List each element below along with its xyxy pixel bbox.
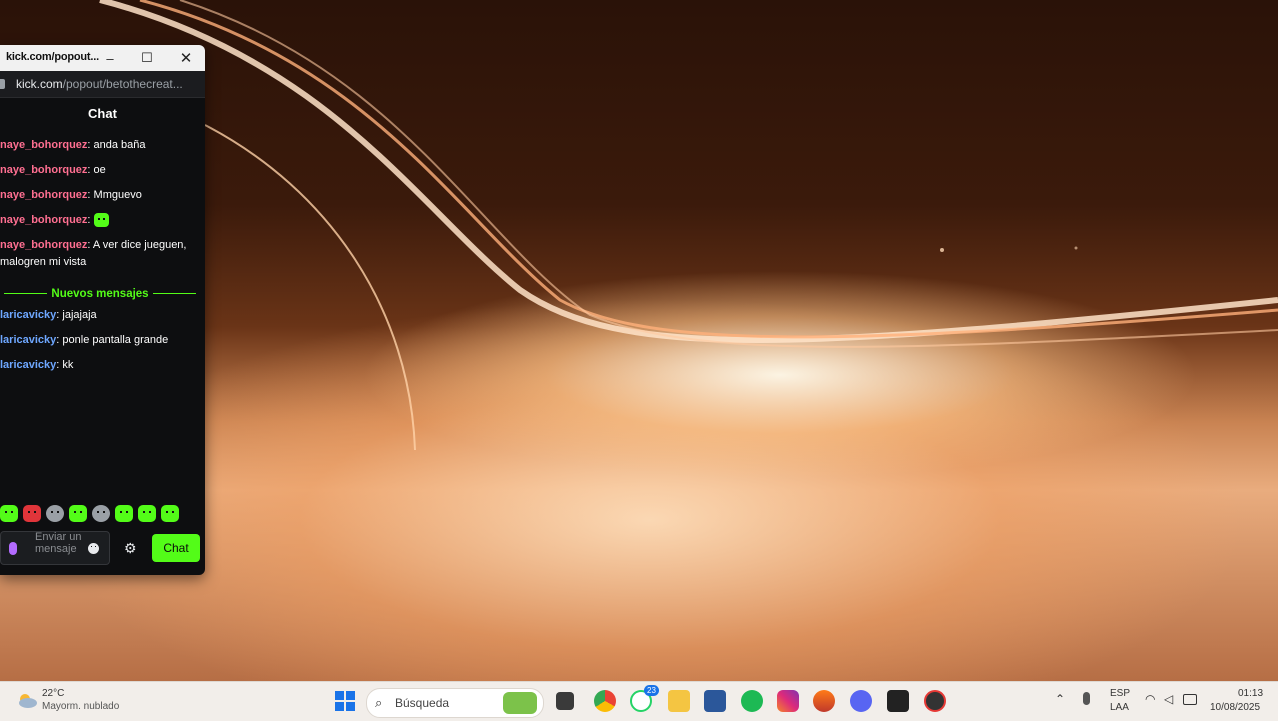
windows-taskbar: 22°C Mayorm. nublado ⌕ Búsqueda 23 ⌃ ESP… — [0, 681, 1278, 721]
send-chat-button[interactable]: Chat — [152, 534, 200, 562]
emote-7-icon[interactable] — [138, 505, 156, 522]
minimize-icon[interactable]: – — [92, 45, 128, 71]
message-input[interactable]: Enviar un mensaje — [0, 531, 110, 565]
chat-message[interactable]: naye_bohorquez: A ver dice jueguen, malo… — [0, 237, 205, 271]
chevron-up-icon[interactable]: ⌃ — [1055, 692, 1065, 706]
green-emote-icon[interactable] — [93, 213, 109, 228]
instagram-icon[interactable] — [777, 690, 799, 712]
new-messages-label: Nuevos mensajes — [51, 287, 149, 300]
notification-badge: 23 — [644, 685, 659, 696]
chat-header: Chat — [0, 98, 205, 128]
chat-message-list: naye_bohorquez: anda baña naye_bohorquez… — [0, 133, 205, 279]
weather-cloud-icon[interactable] — [16, 691, 38, 709]
address-bar[interactable]: kick.com/popout/betothecreat... — [0, 71, 205, 98]
wifi-icon[interactable]: ◠ — [1145, 692, 1155, 706]
chat-username[interactable]: naye_bohorquez — [0, 164, 87, 176]
close-icon[interactable]: ✕ — [168, 45, 204, 71]
microphone-tray-icon[interactable] — [1083, 692, 1090, 705]
language-indicator[interactable]: ESP — [1110, 688, 1130, 699]
file-explorer-icon[interactable] — [556, 692, 574, 710]
taskbar-search[interactable]: ⌕ Búsqueda — [366, 688, 544, 718]
emote-1-icon[interactable] — [0, 505, 18, 522]
chrome-icon[interactable] — [594, 690, 616, 712]
chat-popout-window: kick.com/popout... – ☐ ✕ kick.com/popout… — [0, 45, 205, 575]
chat-message[interactable]: laricavicky: ponle pantalla grande — [0, 332, 205, 349]
battery-icon[interactable] — [1183, 694, 1197, 705]
discord-icon[interactable] — [850, 690, 872, 712]
folder-icon[interactable] — [668, 690, 690, 712]
url-text[interactable]: kick.com/popout/betothecreat... — [16, 77, 183, 91]
new-messages-divider: Nuevos mensajes — [0, 285, 200, 302]
chat-username[interactable]: laricavicky — [0, 359, 56, 371]
emote-3-icon[interactable] — [46, 505, 64, 522]
clock-date[interactable]: 10/08/2025 — [1210, 702, 1260, 713]
clock-time[interactable]: 01:13 — [1238, 688, 1263, 699]
chat-message[interactable]: naye_bohorquez: Mmguevo — [0, 187, 205, 204]
keyboard-layout-indicator[interactable]: LAA — [1110, 702, 1129, 713]
new-message-list: laricavicky: jajajaja laricavicky: ponle… — [0, 307, 205, 382]
search-placeholder: Búsqueda — [395, 696, 450, 710]
chat-username[interactable]: laricavicky — [0, 309, 56, 321]
emote-8-icon[interactable] — [161, 505, 179, 522]
chat-username[interactable]: naye_bohorquez — [0, 239, 87, 251]
weather-description[interactable]: Mayorm. nublado — [42, 701, 119, 712]
brave-icon[interactable] — [813, 690, 835, 712]
windows-start-icon[interactable] — [334, 690, 356, 712]
gear-icon[interactable]: ⚙ — [124, 540, 137, 557]
emote-6-icon[interactable] — [115, 505, 133, 522]
search-icon: ⌕ — [375, 695, 383, 710]
microphone-icon[interactable] — [9, 542, 17, 555]
chat-composer: Enviar un mensaje ⚙ Chat — [0, 531, 205, 565]
chat-username[interactable]: naye_bohorquez — [0, 214, 87, 226]
chat-message[interactable]: naye_bohorquez: anda baña — [0, 137, 205, 154]
record-app-icon[interactable] — [924, 690, 946, 712]
volume-icon[interactable]: ◁ — [1164, 692, 1173, 706]
emote-4-icon[interactable] — [69, 505, 87, 522]
search-highlight-image — [503, 692, 537, 714]
chat-message[interactable]: naye_bohorquez: oe — [0, 162, 205, 179]
window-titlebar: kick.com/popout... – ☐ ✕ — [0, 45, 205, 71]
chat-username[interactable]: naye_bohorquez — [0, 139, 87, 151]
chat-message[interactable]: laricavicky: jajajaja — [0, 307, 205, 324]
emote-5-icon[interactable] — [92, 505, 110, 522]
divider-line — [152, 293, 197, 294]
emoji-picker-icon[interactable] — [88, 543, 99, 554]
weather-temperature[interactable]: 22°C — [42, 688, 64, 699]
emote-2-icon[interactable] — [23, 505, 41, 522]
maximize-icon[interactable]: ☐ — [129, 45, 165, 71]
live-app-icon[interactable] — [887, 690, 909, 712]
chat-username[interactable]: laricavicky — [0, 334, 56, 346]
site-info-icon[interactable] — [0, 79, 5, 89]
window-title: kick.com/popout... — [6, 51, 99, 63]
chat-message[interactable]: naye_bohorquez: — [0, 212, 205, 229]
divider-line — [4, 293, 48, 294]
spotify-icon[interactable] — [741, 690, 763, 712]
chat-message[interactable]: laricavicky: kk — [0, 357, 205, 374]
emote-quick-bar — [0, 505, 205, 523]
chat-username[interactable]: naye_bohorquez — [0, 189, 87, 201]
word-icon[interactable] — [704, 690, 726, 712]
message-placeholder: Enviar un mensaje — [35, 531, 82, 555]
